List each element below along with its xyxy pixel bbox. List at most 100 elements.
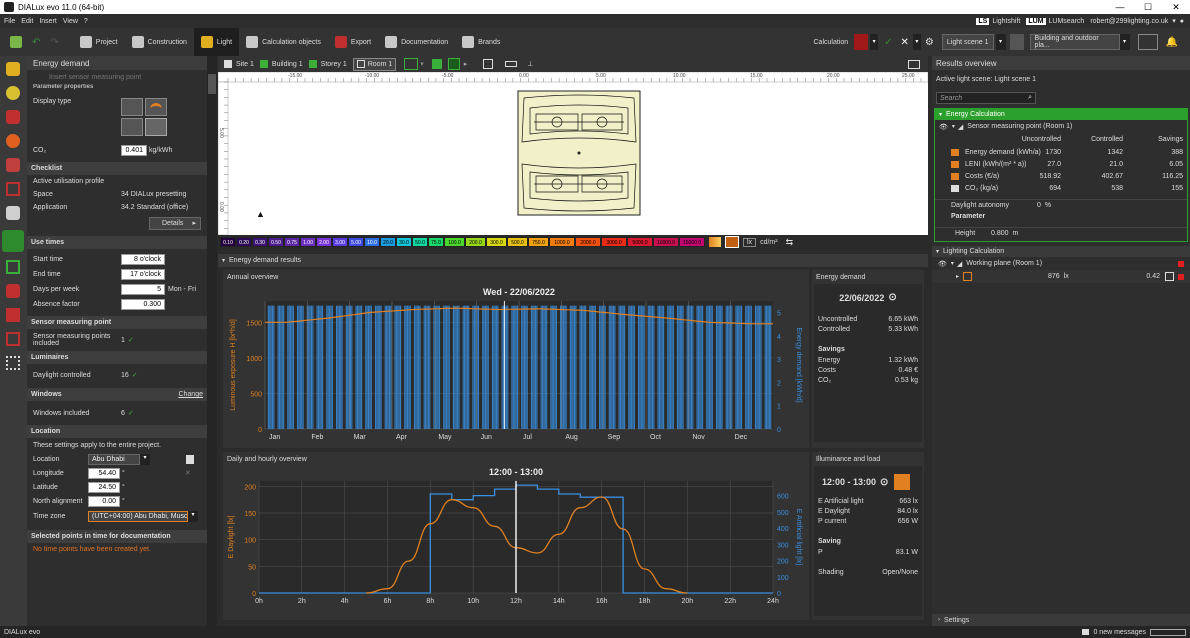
chevron-down-icon[interactable]: ▾ [1172,17,1176,25]
end-time-input[interactable]: 17 o'clock [121,269,165,280]
measure-icon[interactable] [505,61,518,67]
user-icon[interactable]: ● [1180,18,1184,25]
plan-view-icon[interactable] [1137,34,1158,50]
light-scene-select[interactable]: Light scene 1 [941,34,994,50]
longitude-input[interactable]: 54.40 [88,467,120,479]
cancel-icon[interactable]: ✕ [901,37,909,48]
search-icon[interactable]: ⌕ [1028,94,1032,102]
daily-chart[interactable]: 12:00 - 13:00 0 50 100 150 200 0 100 200 300 400 50… [223,465,809,617]
close-button[interactable]: ✕ [1162,2,1190,13]
fit-view-icon[interactable] [483,59,494,69]
monitor-icon[interactable] [908,59,920,69]
scale-cell[interactable]: 0.10 [220,237,236,247]
calculation-dropdown[interactable]: ▾ [870,34,879,50]
bulb-icon[interactable] [6,86,20,100]
menu-insert[interactable]: Insert [39,18,57,25]
scale-cell[interactable]: 1.00 [300,237,316,247]
tab-project[interactable]: Project [73,28,125,56]
scale-cell[interactable]: 10000.0 [653,237,679,247]
room-select-icon[interactable] [447,58,460,70]
tab-export[interactable]: Export [328,28,378,56]
annual-chart[interactable]: Wed - 22/06/2022 0 500 1000 1500 0 1 2 3 4 5 Jan Feb… [223,283,809,443]
latitude-input[interactable]: 24.50 [88,481,120,493]
scale-bar-icon[interactable] [709,237,721,247]
tab-construction[interactable]: Construction [125,28,194,56]
undo-icon[interactable]: ↶ [32,37,40,48]
menu-view[interactable]: View [63,18,78,25]
absence-input[interactable]: 0.300 [121,299,165,310]
change-link[interactable]: Change [178,391,203,398]
collapse-icon[interactable]: ▾ [936,248,939,255]
wrench-icon[interactable] [6,206,20,220]
co2-input[interactable]: 0.401 [121,144,147,156]
menu-help[interactable]: ? [84,18,88,25]
scale-cell[interactable]: 0.20 [236,237,252,247]
north-input[interactable]: 0.00 [88,495,120,507]
scale-cell[interactable]: 2000.0 [575,237,601,247]
numeric-display-icon[interactable] [121,98,143,116]
luminaire-arrange-icon[interactable] [6,110,20,124]
sensor-point[interactable] [577,151,581,155]
save-icon[interactable] [10,36,22,48]
scale-cell[interactable]: 300.0 [486,237,507,247]
tab-brands[interactable]: Brands [455,28,507,56]
tab-light[interactable]: Light [193,28,240,56]
tab-calculation-objects[interactable]: Calculation objects [239,28,328,56]
redo-icon[interactable]: ↷ [50,37,58,48]
tab-documentation[interactable]: Documentation [378,28,455,56]
working-plane-values[interactable]: ▸ 876 lx 0.42 [932,270,1190,283]
timezone-dropdown[interactable]: ▾ [188,510,198,522]
status-messages[interactable]: 0 new messages [1093,629,1146,636]
light-tool-icon[interactable] [6,62,20,76]
play-icon[interactable]: ▸ [464,60,468,68]
breadcrumb-building[interactable]: Building 1 [272,61,303,68]
scale-cell[interactable]: 200.0 [465,237,486,247]
maximize-button[interactable]: ☐ [1134,2,1162,13]
document-icon[interactable] [186,454,194,464]
unit-cdm2-button[interactable]: cd/m² [760,239,778,246]
grid-points-icon[interactable] [6,356,20,370]
frame-icon[interactable] [6,332,20,346]
expand-icon[interactable]: ▾ [952,123,955,130]
eye-icon[interactable]: 👁 [939,123,948,131]
dimension-icon[interactable]: ⊥ [527,60,533,68]
scrollbar-thumb[interactable] [208,74,216,94]
scale-cell[interactable]: 5000.0 [627,237,653,247]
scale-cell[interactable]: 15000.0 [679,237,705,247]
scale-cell[interactable]: 2.00 [316,237,332,247]
expand-icon[interactable]: ▾ [951,260,954,267]
lumsearch-button[interactable]: LUM LUMsearch [1026,17,1084,25]
scale-cell[interactable]: 750.0 [528,237,549,247]
insert-sensor-hint[interactable]: Insert sensor measuring point [27,70,207,84]
start-time-input[interactable]: 8 o'clock [121,254,165,265]
scale-cell[interactable]: 0.30 [252,237,268,247]
account-dropdown[interactable]: robert@299lighting.co.uk [1090,18,1168,25]
days-input[interactable]: 5 [121,284,165,295]
minimize-button[interactable]: — [1106,2,1134,12]
swap-icon[interactable]: ⇆ [786,237,794,248]
scale-cell[interactable]: 500.0 [507,237,528,247]
scale-cell[interactable]: 75.0 [428,237,444,247]
export-icon[interactable] [894,474,911,490]
scene-extra-button[interactable] [1009,34,1024,50]
energy-calc-header[interactable]: ▾ Energy Calculation [935,109,1187,120]
notification-bell-icon[interactable]: 🔔 [1166,37,1178,48]
scale-cell[interactable]: 3.00 [332,237,348,247]
plan-view[interactable]: ▲ -15.00 -10.00 -5.00 0.00 5.00 10.00 15… [217,71,929,236]
scale-cell[interactable]: 0.50 [268,237,284,247]
details-button[interactable]: Details ▸ [149,216,201,230]
cost-display-icon[interactable] [121,118,143,136]
emergency-icon[interactable] [6,182,20,196]
scale-cell[interactable]: 50.0 [412,237,428,247]
light-scene-dropdown[interactable]: ▾ [995,34,1006,50]
location-dropdown[interactable]: ▾ [140,453,150,465]
collapse-icon[interactable]: ▾ [939,111,942,118]
expand-icon[interactable]: ▸ [956,273,959,280]
sensor-item-row[interactable]: 👁 ▾ ◢ Sensor measuring point (Room 1) [935,120,1187,133]
scale-cell[interactable]: 30.0 [396,237,412,247]
energy-monitor-icon[interactable] [6,260,20,274]
breadcrumb-site[interactable]: Site 1 [236,61,254,68]
color-icon[interactable] [6,134,20,148]
eye-icon[interactable]: 👁 [938,260,947,268]
settings-bar[interactable]: › Settings [932,614,1190,626]
